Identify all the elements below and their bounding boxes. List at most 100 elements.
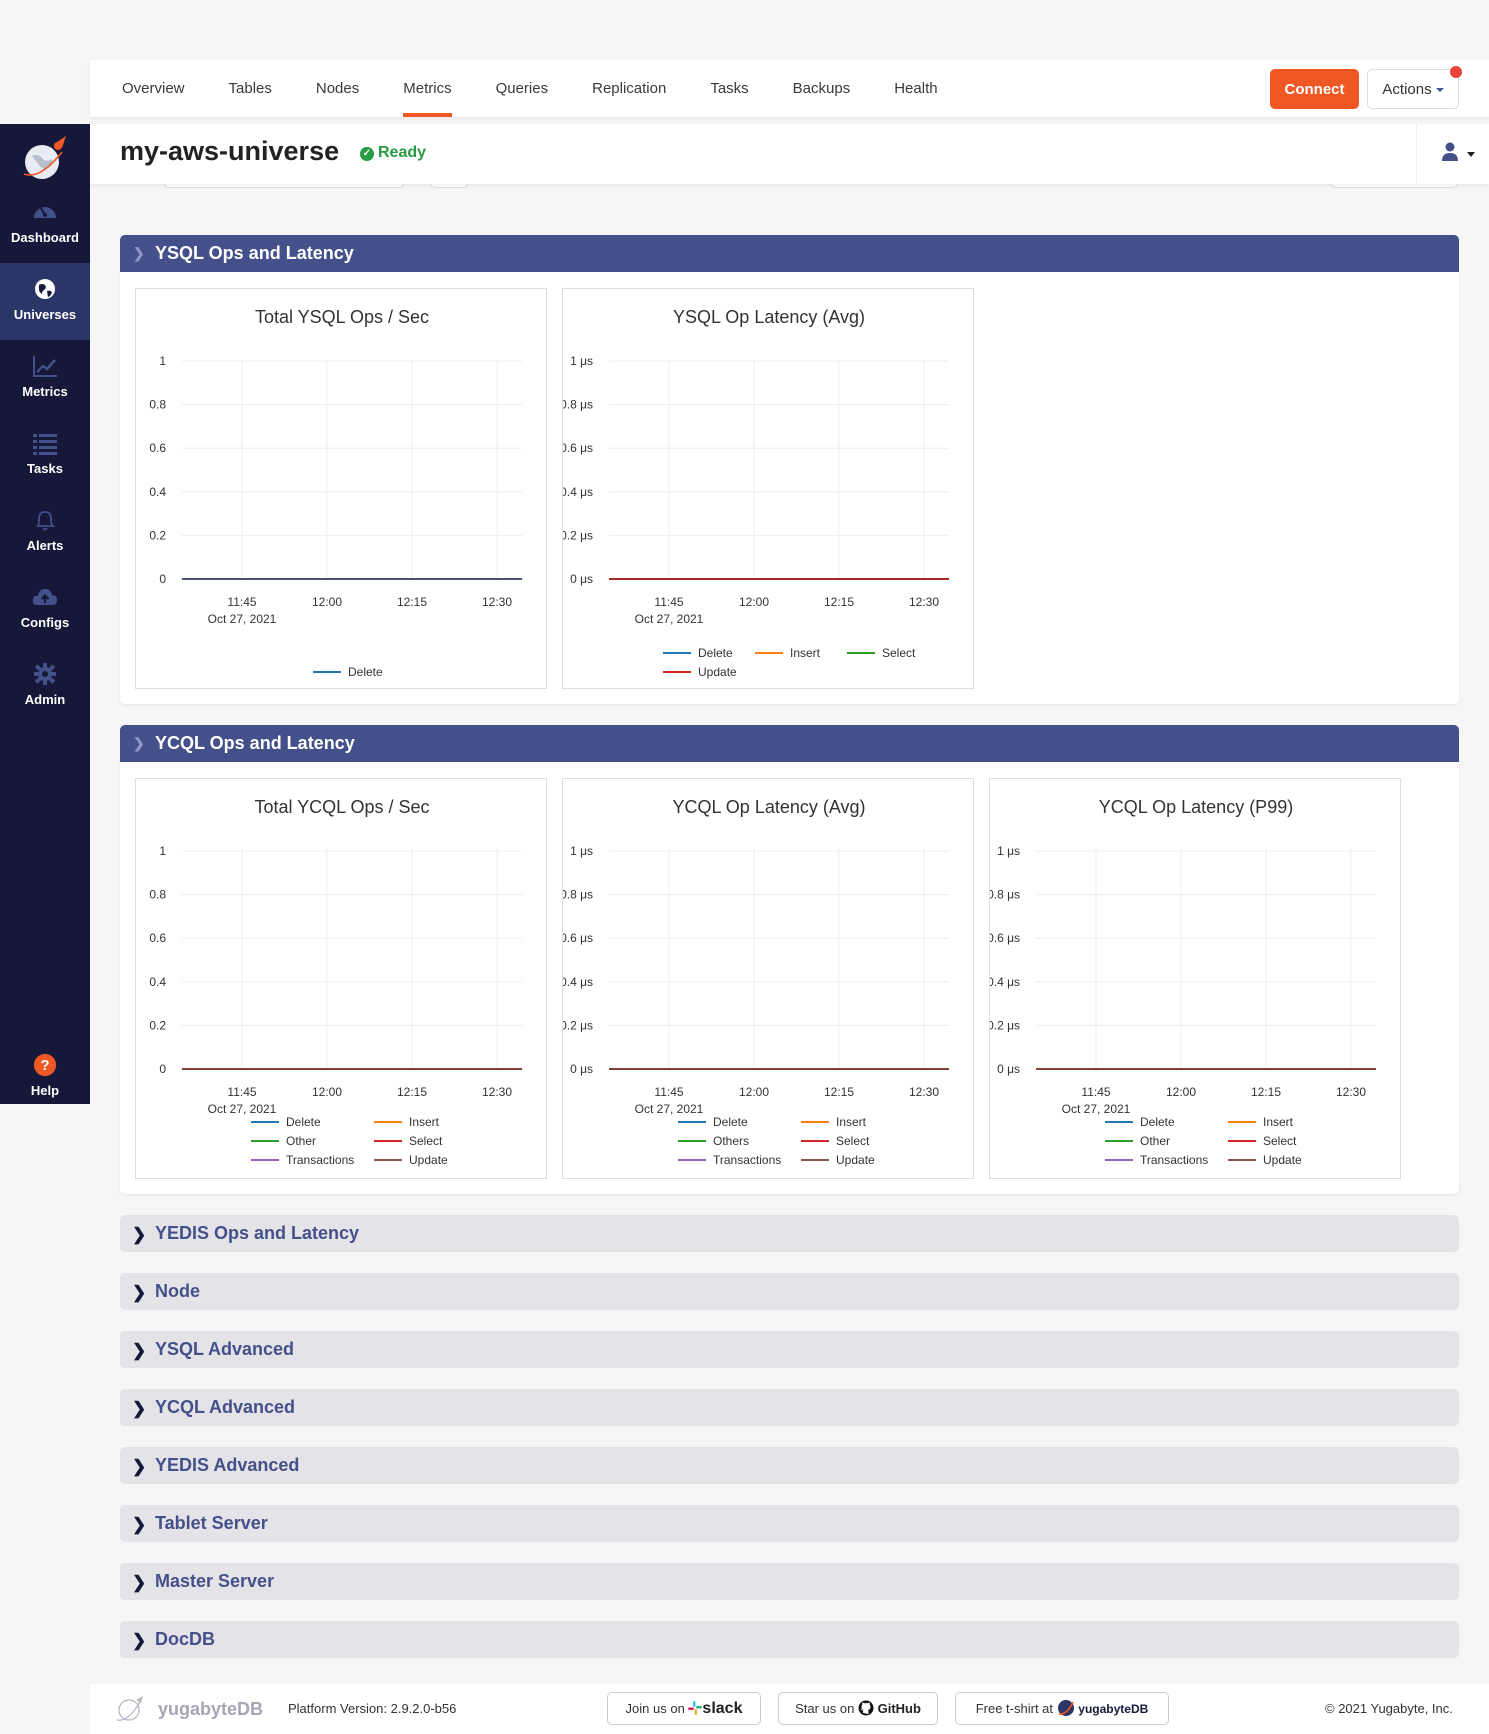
section-body-ysql: Total YSQL Ops / Sec 0 0.2 0.4 0.6 0.8 1 11:45 1…	[120, 272, 1459, 704]
dashboard-icon	[34, 207, 56, 218]
legend-item[interactable]: Delete	[251, 1115, 321, 1129]
legend-label: Select	[836, 1134, 870, 1148]
legend-item[interactable]: Update	[374, 1153, 448, 1167]
sidebar-item-tasks[interactable]: Tasks	[0, 417, 90, 494]
status-text: Ready	[378, 144, 427, 161]
chart-ysql-op-latency-avg: YSQL Op Latency (Avg) 0 μs 0.2 μs 0.4 μs 0.6…	[562, 288, 974, 689]
section-title: DocDB	[155, 1629, 216, 1649]
legend-item[interactable]: Other	[251, 1134, 316, 1148]
section-tablet-server[interactable]: ❯ Tablet Server	[120, 1505, 1459, 1542]
sidebar-item-metrics[interactable]: Metrics	[0, 340, 90, 417]
chevron-right-icon: ❯	[132, 1457, 147, 1476]
tab-tables[interactable]: Tables	[229, 60, 272, 117]
section-title: YEDIS Advanced	[155, 1455, 300, 1475]
notification-dot	[1450, 66, 1462, 78]
x-tick-label: 12:30	[909, 1085, 939, 1099]
x-tick-label: 11:45	[654, 595, 683, 609]
x-tick-label: 11:45	[654, 1085, 683, 1099]
legend-item[interactable]: Delete	[313, 665, 383, 679]
sidebar-item-universes[interactable]: Universes	[0, 263, 90, 340]
github-label: GitHub	[877, 1701, 921, 1716]
legend-item[interactable]: Insert	[755, 646, 821, 660]
tshirt-prefix: Free t-shirt at	[975, 1701, 1054, 1716]
slack-link-button[interactable]: Join us on slack	[607, 1692, 761, 1725]
legend-label: Update	[698, 665, 737, 679]
y-tick-label: 1	[159, 354, 166, 368]
platform-version: Platform Version: 2.9.2.0-b56	[288, 1701, 457, 1716]
legend-item[interactable]: Transactions	[678, 1153, 781, 1167]
section-yedis-ops-and-latency[interactable]: ❯ YEDIS Ops and Latency	[120, 1215, 1459, 1252]
help-icon: ?	[33, 1053, 57, 1077]
legend-item[interactable]: Transactions	[251, 1153, 354, 1167]
connect-button[interactable]: Connect	[1270, 69, 1359, 109]
y-tick-label: 1	[159, 844, 166, 858]
x-tick-label: 11:45	[227, 595, 256, 609]
section-master-server[interactable]: ❯ Master Server	[120, 1563, 1459, 1600]
sidebar-item-label: Dashboard	[11, 230, 79, 245]
section-node[interactable]: ❯ Node	[120, 1273, 1459, 1310]
x-tick-label: 11:45	[1081, 1085, 1110, 1099]
legend-item[interactable]: Insert	[1228, 1115, 1294, 1129]
tab-backups[interactable]: Backups	[793, 60, 851, 117]
section-docdb[interactable]: ❯ DocDB	[120, 1621, 1459, 1658]
actions-dropdown-button[interactable]: Actions	[1367, 69, 1459, 109]
tab-health[interactable]: Health	[894, 60, 937, 117]
section-ycql-advanced[interactable]: ❯ YCQL Advanced	[120, 1389, 1459, 1426]
tshirt-link-button[interactable]: Free t-shirt at yugabyteDB	[955, 1692, 1169, 1725]
legend-item[interactable]: Update	[801, 1153, 875, 1167]
tab-nodes[interactable]: Nodes	[316, 60, 359, 117]
actions-label: Actions	[1382, 80, 1432, 98]
legend-item[interactable]: Delete	[663, 646, 733, 660]
github-link-button[interactable]: Star us on GitHub	[778, 1692, 938, 1725]
y-tick-label: 0	[159, 572, 166, 586]
sidebar-item-label: Admin	[24, 692, 66, 707]
section-title: Master Server	[155, 1571, 275, 1591]
legend-item[interactable]: Update	[1228, 1153, 1302, 1167]
sidebar-item-label: Alerts	[26, 538, 64, 553]
section-header-ycql[interactable]: ❯ YCQL Ops and Latency	[120, 725, 1459, 762]
y-tick-label: 0 μs	[997, 1062, 1020, 1076]
legend-item[interactable]: Transactions	[1105, 1153, 1208, 1167]
sidebar-item-configs[interactable]: Configs	[0, 571, 90, 648]
legend-item[interactable]: Other	[1105, 1134, 1170, 1148]
tab-list: Overview Tables Nodes Metrics Queries Replica…	[122, 60, 982, 117]
chevron-right-icon: ❯	[132, 1515, 147, 1534]
legend-item[interactable]: Select	[1228, 1134, 1297, 1148]
section-yedis-advanced[interactable]: ❯ YEDIS Advanced	[120, 1447, 1459, 1484]
sidebar-item-alerts[interactable]: Alerts	[0, 494, 90, 571]
slack-icon	[688, 1701, 703, 1715]
legend-label: Transactions	[286, 1153, 354, 1167]
footer: yugabyteDB Platform Version: 2.9.2.0-b56…	[90, 1684, 1489, 1734]
section-title: Node	[155, 1281, 200, 1301]
legend-item[interactable]: Others	[678, 1134, 749, 1148]
sidebar-item-admin[interactable]: Admin	[0, 648, 90, 725]
legend-item[interactable]: Select	[374, 1134, 443, 1148]
x-tick-label: 12:30	[1336, 1085, 1366, 1099]
legend-item[interactable]: Insert	[374, 1115, 440, 1129]
tab-metrics[interactable]: Metrics	[403, 60, 452, 117]
tab-tasks[interactable]: Tasks	[710, 60, 748, 117]
legend-item[interactable]: Select	[801, 1134, 870, 1148]
tab-replication[interactable]: Replication	[592, 60, 666, 117]
legend-label: Other	[286, 1134, 316, 1148]
section-header-ysql[interactable]: ❯ YSQL Ops and Latency	[120, 235, 1459, 272]
legend-item[interactable]: Select	[847, 646, 916, 660]
user-menu[interactable]	[1416, 124, 1489, 184]
sidebar-item-help[interactable]: ? Help	[0, 1039, 90, 1116]
legend-item[interactable]: Delete	[678, 1115, 748, 1129]
x-tick-label: 12:15	[824, 1085, 854, 1099]
x-tick-label: 12:00	[312, 595, 342, 609]
tab-overview[interactable]: Overview	[122, 60, 185, 117]
tab-queries[interactable]: Queries	[496, 60, 549, 117]
yugabyte-logo-icon[interactable]	[20, 134, 70, 184]
y-tick-label: 0.4	[149, 485, 166, 499]
section-ysql-advanced[interactable]: ❯ YSQL Advanced	[120, 1331, 1459, 1368]
legend-item[interactable]: Update	[663, 665, 737, 679]
sidebar-item-dashboard[interactable]: Dashboard	[0, 186, 90, 263]
legend-label: Delete	[698, 646, 733, 660]
cloud-upload-icon	[32, 589, 57, 605]
legend-item[interactable]: Insert	[801, 1115, 867, 1129]
github-prefix: Star us on	[795, 1701, 855, 1716]
legend-item[interactable]: Delete	[1105, 1115, 1175, 1129]
chart-svg: Total YCQL Ops / Sec 0 0.2 0.4 0.6 0.8 1 11:45 1…	[149, 797, 522, 1167]
